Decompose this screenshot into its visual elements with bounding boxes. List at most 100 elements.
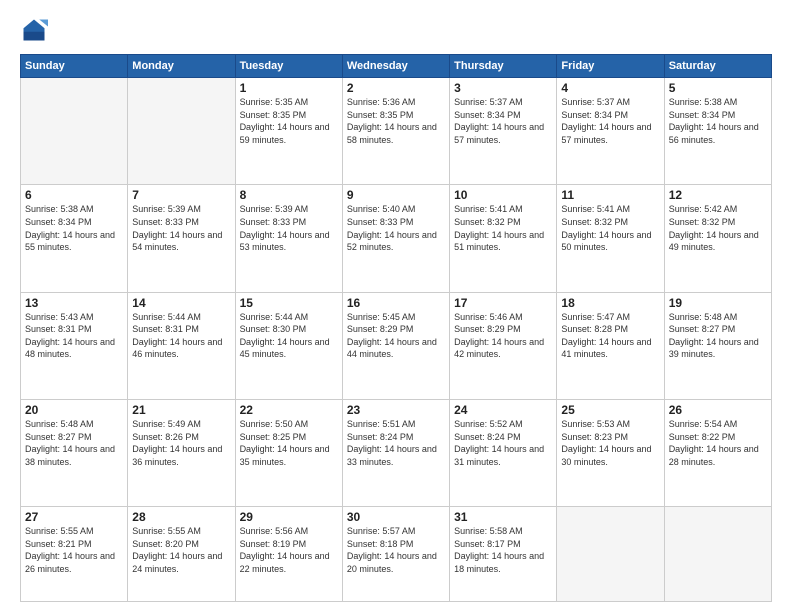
- calendar-week-row: 1Sunrise: 5:35 AMSunset: 8:35 PMDaylight…: [21, 78, 772, 185]
- day-number: 22: [240, 403, 338, 417]
- day-info: Sunrise: 5:56 AMSunset: 8:19 PMDaylight:…: [240, 525, 338, 575]
- day-info: Sunrise: 5:37 AMSunset: 8:34 PMDaylight:…: [454, 96, 552, 146]
- day-number: 23: [347, 403, 445, 417]
- day-number: 25: [561, 403, 659, 417]
- day-info: Sunrise: 5:57 AMSunset: 8:18 PMDaylight:…: [347, 525, 445, 575]
- calendar-cell: 28Sunrise: 5:55 AMSunset: 8:20 PMDayligh…: [128, 507, 235, 602]
- calendar-cell: [128, 78, 235, 185]
- logo-icon: [20, 16, 48, 44]
- day-info: Sunrise: 5:41 AMSunset: 8:32 PMDaylight:…: [561, 203, 659, 253]
- day-number: 8: [240, 188, 338, 202]
- calendar-cell: 26Sunrise: 5:54 AMSunset: 8:22 PMDayligh…: [664, 399, 771, 506]
- day-number: 14: [132, 296, 230, 310]
- calendar-cell: 8Sunrise: 5:39 AMSunset: 8:33 PMDaylight…: [235, 185, 342, 292]
- day-number: 2: [347, 81, 445, 95]
- calendar-cell: 6Sunrise: 5:38 AMSunset: 8:34 PMDaylight…: [21, 185, 128, 292]
- calendar-cell: 5Sunrise: 5:38 AMSunset: 8:34 PMDaylight…: [664, 78, 771, 185]
- calendar-cell: 2Sunrise: 5:36 AMSunset: 8:35 PMDaylight…: [342, 78, 449, 185]
- calendar-header-thursday: Thursday: [450, 55, 557, 78]
- day-number: 24: [454, 403, 552, 417]
- calendar-week-row: 6Sunrise: 5:38 AMSunset: 8:34 PMDaylight…: [21, 185, 772, 292]
- day-info: Sunrise: 5:40 AMSunset: 8:33 PMDaylight:…: [347, 203, 445, 253]
- day-info: Sunrise: 5:51 AMSunset: 8:24 PMDaylight:…: [347, 418, 445, 468]
- day-number: 7: [132, 188, 230, 202]
- day-info: Sunrise: 5:38 AMSunset: 8:34 PMDaylight:…: [25, 203, 123, 253]
- calendar-cell: 17Sunrise: 5:46 AMSunset: 8:29 PMDayligh…: [450, 292, 557, 399]
- day-number: 26: [669, 403, 767, 417]
- calendar-cell: 25Sunrise: 5:53 AMSunset: 8:23 PMDayligh…: [557, 399, 664, 506]
- day-number: 16: [347, 296, 445, 310]
- calendar-header-monday: Monday: [128, 55, 235, 78]
- calendar-header-friday: Friday: [557, 55, 664, 78]
- day-info: Sunrise: 5:43 AMSunset: 8:31 PMDaylight:…: [25, 311, 123, 361]
- calendar-cell: 22Sunrise: 5:50 AMSunset: 8:25 PMDayligh…: [235, 399, 342, 506]
- calendar-cell: 7Sunrise: 5:39 AMSunset: 8:33 PMDaylight…: [128, 185, 235, 292]
- day-number: 27: [25, 510, 123, 524]
- calendar-cell: [664, 507, 771, 602]
- day-info: Sunrise: 5:38 AMSunset: 8:34 PMDaylight:…: [669, 96, 767, 146]
- day-info: Sunrise: 5:44 AMSunset: 8:30 PMDaylight:…: [240, 311, 338, 361]
- day-info: Sunrise: 5:47 AMSunset: 8:28 PMDaylight:…: [561, 311, 659, 361]
- calendar-cell: 4Sunrise: 5:37 AMSunset: 8:34 PMDaylight…: [557, 78, 664, 185]
- day-number: 31: [454, 510, 552, 524]
- day-number: 12: [669, 188, 767, 202]
- header: [20, 16, 772, 44]
- day-info: Sunrise: 5:48 AMSunset: 8:27 PMDaylight:…: [25, 418, 123, 468]
- day-info: Sunrise: 5:39 AMSunset: 8:33 PMDaylight:…: [240, 203, 338, 253]
- day-info: Sunrise: 5:53 AMSunset: 8:23 PMDaylight:…: [561, 418, 659, 468]
- day-number: 6: [25, 188, 123, 202]
- day-info: Sunrise: 5:58 AMSunset: 8:17 PMDaylight:…: [454, 525, 552, 575]
- day-info: Sunrise: 5:52 AMSunset: 8:24 PMDaylight:…: [454, 418, 552, 468]
- day-number: 4: [561, 81, 659, 95]
- day-number: 13: [25, 296, 123, 310]
- calendar-cell: [557, 507, 664, 602]
- day-number: 28: [132, 510, 230, 524]
- day-number: 9: [347, 188, 445, 202]
- day-number: 17: [454, 296, 552, 310]
- calendar-cell: 15Sunrise: 5:44 AMSunset: 8:30 PMDayligh…: [235, 292, 342, 399]
- day-info: Sunrise: 5:55 AMSunset: 8:21 PMDaylight:…: [25, 525, 123, 575]
- day-info: Sunrise: 5:44 AMSunset: 8:31 PMDaylight:…: [132, 311, 230, 361]
- calendar-cell: 27Sunrise: 5:55 AMSunset: 8:21 PMDayligh…: [21, 507, 128, 602]
- day-number: 11: [561, 188, 659, 202]
- calendar-cell: 21Sunrise: 5:49 AMSunset: 8:26 PMDayligh…: [128, 399, 235, 506]
- day-info: Sunrise: 5:49 AMSunset: 8:26 PMDaylight:…: [132, 418, 230, 468]
- calendar-cell: 18Sunrise: 5:47 AMSunset: 8:28 PMDayligh…: [557, 292, 664, 399]
- calendar-header-sunday: Sunday: [21, 55, 128, 78]
- day-info: Sunrise: 5:45 AMSunset: 8:29 PMDaylight:…: [347, 311, 445, 361]
- day-number: 10: [454, 188, 552, 202]
- calendar-cell: 1Sunrise: 5:35 AMSunset: 8:35 PMDaylight…: [235, 78, 342, 185]
- day-info: Sunrise: 5:54 AMSunset: 8:22 PMDaylight:…: [669, 418, 767, 468]
- calendar-cell: 30Sunrise: 5:57 AMSunset: 8:18 PMDayligh…: [342, 507, 449, 602]
- page: SundayMondayTuesdayWednesdayThursdayFrid…: [0, 0, 792, 612]
- day-info: Sunrise: 5:46 AMSunset: 8:29 PMDaylight:…: [454, 311, 552, 361]
- day-info: Sunrise: 5:42 AMSunset: 8:32 PMDaylight:…: [669, 203, 767, 253]
- calendar-cell: 3Sunrise: 5:37 AMSunset: 8:34 PMDaylight…: [450, 78, 557, 185]
- calendar-cell: [21, 78, 128, 185]
- day-info: Sunrise: 5:37 AMSunset: 8:34 PMDaylight:…: [561, 96, 659, 146]
- day-number: 29: [240, 510, 338, 524]
- day-number: 18: [561, 296, 659, 310]
- calendar-week-row: 13Sunrise: 5:43 AMSunset: 8:31 PMDayligh…: [21, 292, 772, 399]
- calendar-header-row: SundayMondayTuesdayWednesdayThursdayFrid…: [21, 55, 772, 78]
- calendar-week-row: 27Sunrise: 5:55 AMSunset: 8:21 PMDayligh…: [21, 507, 772, 602]
- calendar-cell: 13Sunrise: 5:43 AMSunset: 8:31 PMDayligh…: [21, 292, 128, 399]
- day-number: 30: [347, 510, 445, 524]
- calendar-cell: 23Sunrise: 5:51 AMSunset: 8:24 PMDayligh…: [342, 399, 449, 506]
- calendar-header-wednesday: Wednesday: [342, 55, 449, 78]
- calendar-table: SundayMondayTuesdayWednesdayThursdayFrid…: [20, 54, 772, 602]
- day-number: 3: [454, 81, 552, 95]
- day-number: 20: [25, 403, 123, 417]
- day-number: 5: [669, 81, 767, 95]
- calendar-header-saturday: Saturday: [664, 55, 771, 78]
- calendar-cell: 11Sunrise: 5:41 AMSunset: 8:32 PMDayligh…: [557, 185, 664, 292]
- day-info: Sunrise: 5:41 AMSunset: 8:32 PMDaylight:…: [454, 203, 552, 253]
- day-info: Sunrise: 5:39 AMSunset: 8:33 PMDaylight:…: [132, 203, 230, 253]
- calendar-cell: 9Sunrise: 5:40 AMSunset: 8:33 PMDaylight…: [342, 185, 449, 292]
- logo: [20, 16, 52, 44]
- calendar-cell: 16Sunrise: 5:45 AMSunset: 8:29 PMDayligh…: [342, 292, 449, 399]
- day-info: Sunrise: 5:50 AMSunset: 8:25 PMDaylight:…: [240, 418, 338, 468]
- day-info: Sunrise: 5:36 AMSunset: 8:35 PMDaylight:…: [347, 96, 445, 146]
- calendar-cell: 19Sunrise: 5:48 AMSunset: 8:27 PMDayligh…: [664, 292, 771, 399]
- calendar-cell: 12Sunrise: 5:42 AMSunset: 8:32 PMDayligh…: [664, 185, 771, 292]
